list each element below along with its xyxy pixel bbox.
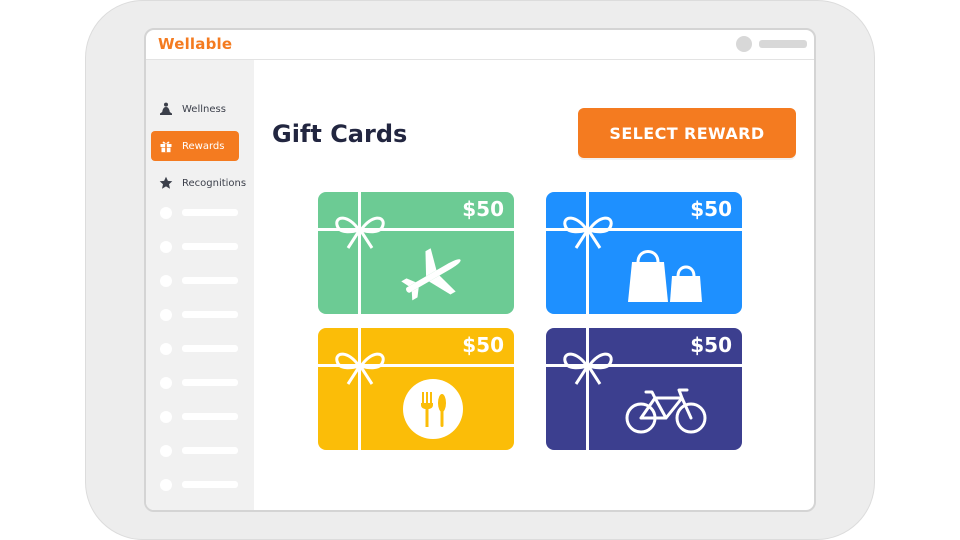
app-window: Wellable Wellness Rewards Recognitions G… (144, 28, 816, 512)
sidebar-placeholder-item (160, 275, 240, 287)
ribbon-bow-icon (335, 216, 385, 249)
gift-icon (159, 139, 173, 153)
gift-card-cycling[interactable]: $50 (546, 328, 742, 450)
fork-knife-icon (403, 379, 463, 439)
sidebar-placeholder-item (160, 309, 240, 321)
sidebar-placeholder-item (160, 377, 240, 389)
main-content: Gift Cards SELECT REWARD $50 $50 $50 $50 (254, 60, 814, 510)
gift-card-travel[interactable]: $50 (318, 192, 514, 314)
sidebar-item-label: Rewards (182, 140, 225, 152)
card-amount: $50 (690, 333, 732, 357)
sidebar-item-recognitions[interactable]: Recognitions (151, 168, 246, 198)
ribbon-bow-icon (563, 216, 613, 249)
sidebar: Wellness Rewards Recognitions (146, 60, 254, 510)
card-amount: $50 (462, 197, 504, 221)
sidebar-placeholder-item (160, 241, 240, 253)
sidebar-item-label: Recognitions (182, 177, 247, 189)
sidebar-item-label: Wellness (182, 103, 226, 115)
user-name-placeholder (759, 40, 807, 48)
card-amount: $50 (462, 333, 504, 357)
meditation-icon (159, 102, 173, 116)
app-logo[interactable]: Wellable (158, 35, 232, 53)
star-icon (159, 176, 173, 190)
sidebar-item-wellness[interactable]: Wellness (151, 94, 239, 124)
sidebar-placeholder-item (160, 343, 240, 355)
airplane-icon (401, 248, 461, 301)
card-amount: $50 (690, 197, 732, 221)
gift-card-dining[interactable]: $50 (318, 328, 514, 450)
ribbon-bow-icon (563, 352, 613, 385)
gift-card-shopping[interactable]: $50 (546, 192, 742, 314)
ribbon-bow-icon (335, 352, 385, 385)
bicycle-icon (625, 388, 707, 434)
user-avatar-placeholder[interactable] (736, 36, 752, 52)
sidebar-placeholder-item (160, 207, 240, 219)
shopping-bags-icon (628, 250, 702, 302)
sidebar-item-rewards[interactable]: Rewards (151, 131, 239, 161)
sidebar-placeholder-item (160, 479, 240, 491)
page-title: Gift Cards (272, 120, 408, 148)
sidebar-placeholder-item (160, 445, 240, 457)
sidebar-placeholder-item (160, 411, 240, 423)
select-reward-button[interactable]: SELECT REWARD (578, 108, 796, 158)
top-bar: Wellable (146, 30, 814, 60)
